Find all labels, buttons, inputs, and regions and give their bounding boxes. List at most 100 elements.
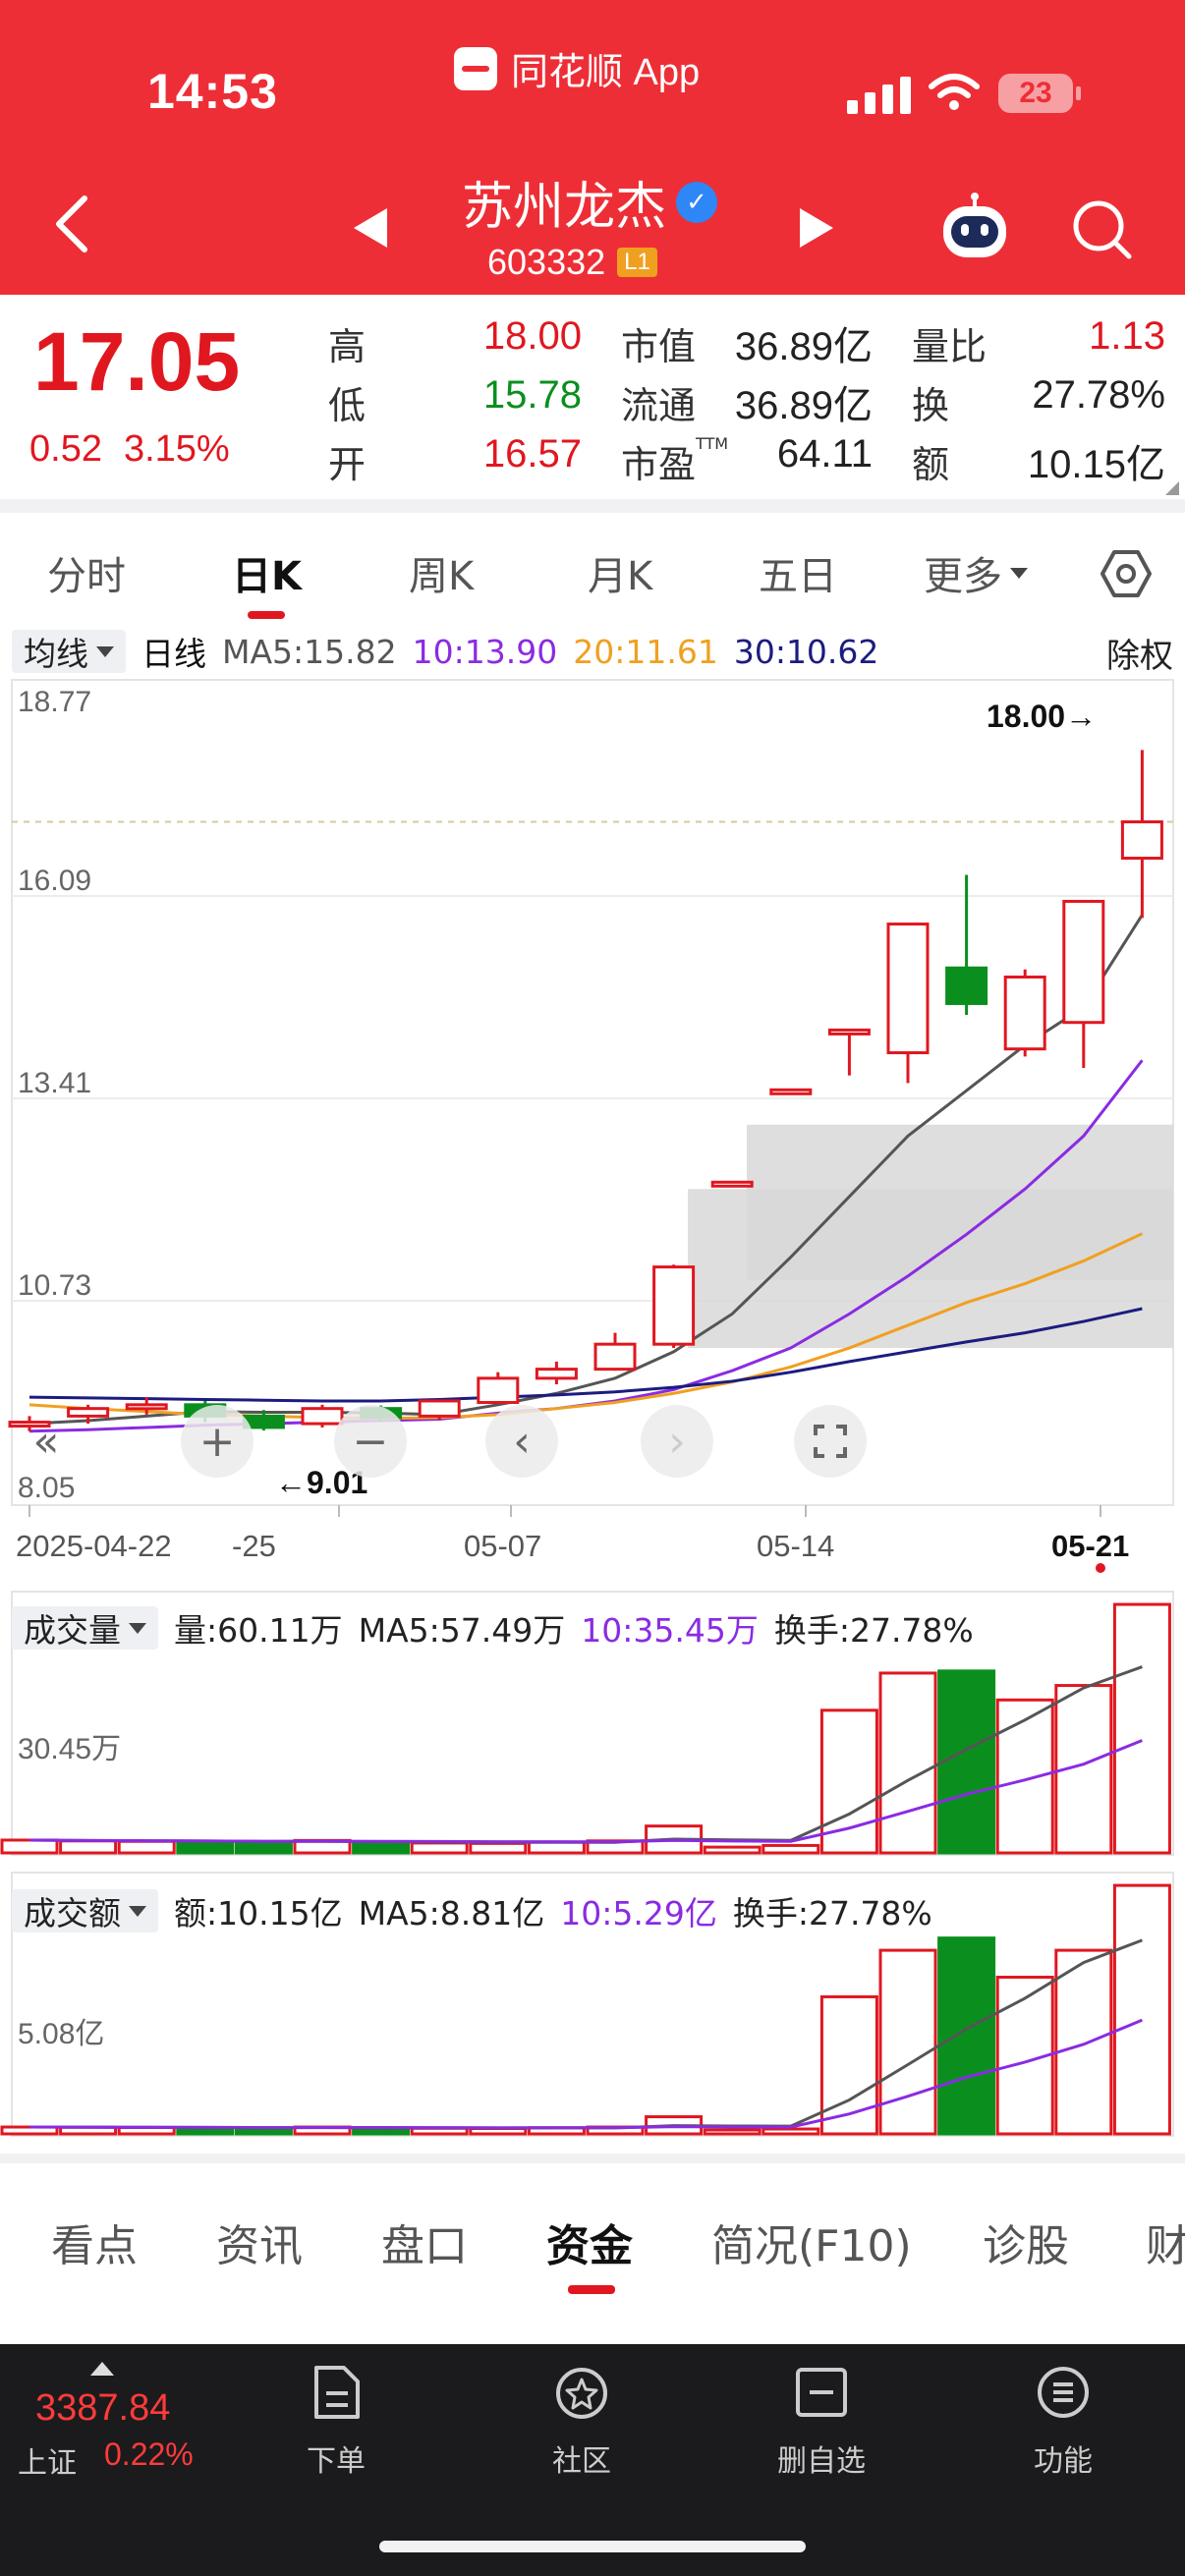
zoom-in-button[interactable]: + (181, 1405, 254, 1478)
volume-bar (0, 1838, 59, 1855)
index-up-arrow-icon (90, 2362, 114, 2376)
amount-legend: 成交额 额:10.15亿 MA5:8.81亿 10:5.29亿 换手:27.78… (12, 1886, 932, 1935)
active-tab-indicator (568, 2285, 615, 2294)
index-name: 上证 (18, 2446, 77, 2481)
nav-community[interactable]: 社区 (513, 2364, 650, 2480)
fullscreen-icon (814, 1425, 847, 1458)
kline-chart-area[interactable]: 18.7716.0913.4110.738.0518.00→←9.012025-… (0, 0, 1185, 2161)
minus-square-icon (796, 2368, 847, 2417)
candle-body (418, 1399, 461, 1418)
scroll-right-button[interactable]: › (641, 1405, 713, 1478)
volume-bar (410, 1841, 469, 1855)
candle-body (827, 1028, 871, 1036)
amount-ma5: MA5:8.81亿 (358, 1894, 545, 1932)
candle-body (1003, 975, 1046, 1051)
zoom-out-button[interactable]: − (334, 1405, 407, 1478)
volume-bar (878, 1948, 937, 2136)
candle (477, 1372, 520, 1405)
index-value[interactable]: 3387.84 (35, 2387, 170, 2430)
volume-bar (937, 1936, 996, 2136)
x-tick-label: -25 (232, 1529, 276, 1563)
candle-body (535, 1368, 578, 1380)
menu-circle-icon (1038, 2367, 1089, 2418)
caret-down-icon (129, 1905, 146, 1917)
amount-current: 额:10.15亿 (174, 1894, 343, 1932)
candle-body (710, 1180, 754, 1188)
tab-news[interactable]: 资讯 (216, 2211, 303, 2273)
amount-ma10: 10:5.29亿 (560, 1894, 717, 1932)
volume-bar (703, 1845, 762, 1855)
candle (418, 1399, 461, 1421)
price-gap-zone (688, 1189, 1173, 1349)
volume-legend: 成交量 量:60.11万 MA5:57.49万 10:35.45万 换手:27.… (12, 1603, 974, 1652)
x-tick-label: 05-14 (757, 1529, 834, 1563)
candle (710, 1180, 754, 1188)
index-percent: 0.22% (104, 2436, 194, 2472)
candle (535, 1361, 578, 1385)
tab-profile-f10[interactable]: 简况(F10) (711, 2211, 912, 2273)
candle (1003, 969, 1046, 1057)
y-tick-label: 30.45万 (18, 1733, 121, 1765)
volume-bar (1054, 1948, 1113, 2136)
volume-bar (762, 1843, 820, 1855)
volume-dropdown-label: 成交量 (24, 1611, 121, 1650)
volume-current: 量:60.11万 (174, 1611, 343, 1650)
candle (301, 1404, 344, 1428)
x-tick-label: 2025-04-22 (16, 1529, 172, 1563)
nav-order[interactable]: 下单 (267, 2364, 405, 2480)
fullscreen-button[interactable] (794, 1405, 867, 1478)
y-tick-label: 16.09 (18, 865, 91, 897)
separator (0, 2154, 1185, 2163)
nav-functions[interactable]: 功能 (994, 2364, 1132, 2480)
tab-highlights[interactable]: 看点 (51, 2211, 138, 2273)
candle-body (769, 1088, 813, 1095)
volume-bar (527, 1840, 586, 1855)
candle-body (67, 1407, 110, 1418)
amount-dropdown[interactable]: 成交额 (12, 1889, 158, 1932)
y-tick-label: 10.73 (18, 1269, 91, 1302)
bottom-nav: 3387.84 上证 0.22% 下单 社区 删自选 功能 (0, 2344, 1185, 2576)
high-price-marker: 18.00→ (987, 699, 1097, 734)
candle (769, 1088, 813, 1095)
home-indicator (379, 2541, 806, 2552)
volume-bar (469, 1841, 528, 1855)
y-tick-label: 18.77 (18, 686, 91, 718)
current-date-dot (1096, 1563, 1105, 1573)
volume-bar (234, 1840, 293, 1855)
candle (593, 1332, 637, 1372)
candle-body (652, 1265, 696, 1346)
volume-bar (937, 1669, 996, 1855)
volume-bar (59, 1839, 118, 1855)
volume-bar (878, 1671, 937, 1855)
volume-bar (234, 2126, 293, 2136)
candle (827, 1028, 871, 1076)
volume-ma10: 10:35.45万 (581, 1611, 759, 1650)
nav-remove-watchlist-label: 删自选 (777, 2444, 866, 2479)
scroll-left-double-icon[interactable]: « (10, 1405, 83, 1478)
amount-turnover: 换手:27.78% (732, 1894, 932, 1932)
kline-frame (11, 679, 1174, 1506)
candle-body (477, 1376, 520, 1405)
candle (1062, 899, 1105, 1068)
candle-body (945, 966, 988, 1005)
tab-finance[interactable]: 财 (1146, 2211, 1185, 2273)
volume-bar (1112, 1602, 1171, 1855)
volume-dropdown[interactable]: 成交量 (12, 1606, 158, 1650)
x-tick-label: 05-21 (1051, 1529, 1129, 1563)
nav-remove-watchlist[interactable]: 删自选 (753, 2364, 890, 2480)
scroll-left-button[interactable]: ‹ (485, 1405, 558, 1478)
candle (652, 1264, 696, 1349)
volume-bar (352, 1840, 411, 1855)
candle (886, 923, 930, 1084)
x-tick-label: 05-07 (464, 1529, 541, 1563)
tab-diagnosis[interactable]: 诊股 (983, 2211, 1069, 2273)
candle-body (1120, 820, 1163, 861)
nav-community-label: 社区 (552, 2444, 611, 2479)
candle-body (1062, 899, 1105, 1025)
candle-body (593, 1342, 637, 1372)
amount-dropdown-label: 成交额 (24, 1894, 121, 1932)
tab-orderbook[interactable]: 盘口 (381, 2211, 468, 2273)
candle-body (886, 923, 930, 1055)
y-tick-label: 13.41 (18, 1067, 91, 1099)
tab-funds[interactable]: 资金 (546, 2211, 633, 2273)
